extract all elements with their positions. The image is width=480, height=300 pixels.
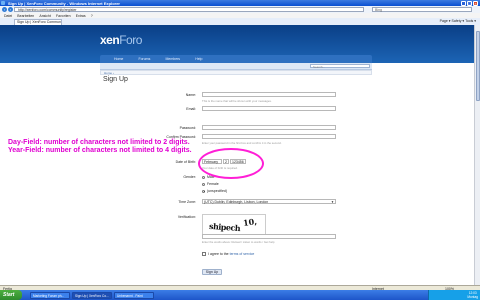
nav-home[interactable]: Home [114, 55, 123, 63]
annotation-ellipse [198, 148, 264, 179]
url-input[interactable]: http://xenforo.com/community/register [14, 7, 364, 12]
ie-command-bar[interactable]: Page ▾ Safety ▾ Tools ▾ [440, 19, 476, 24]
timezone-value: (UTC) Dublin, Edinburgh, Lisbon, London [204, 200, 269, 204]
taskbar: Start Marketing Forum ph... Sign Up | Xe… [0, 290, 480, 300]
minimize-button[interactable]: _ [461, 0, 466, 6]
ie-icon [1, 1, 5, 5]
site-search-input[interactable]: Search... [310, 64, 370, 69]
task-button-1[interactable]: Marketing Forum ph... [30, 291, 70, 299]
agree-checkbox[interactable] [202, 252, 206, 256]
nav-help[interactable]: Help [195, 55, 202, 63]
dob-label: Date of Birth: [175, 160, 196, 164]
timezone-label: Time Zone: [178, 200, 196, 204]
task-button-2[interactable]: Sign Up | XenForo Co... [72, 291, 112, 299]
verification-label: Verification: [177, 215, 196, 219]
captcha-hint: Enter the words above: Reload / Listen t… [202, 240, 275, 244]
forward-icon[interactable]: › [8, 7, 13, 12]
name-input[interactable] [202, 92, 336, 97]
close-button[interactable]: × [473, 0, 478, 6]
gender-female-radio[interactable] [202, 182, 205, 186]
back-icon[interactable]: ‹ [2, 7, 7, 12]
nav-members[interactable]: Members [165, 55, 180, 63]
password-hint: Enter your password in the first box and… [202, 140, 282, 145]
terms-link[interactable]: terms of service [230, 252, 255, 256]
page-title: Sign Up [103, 76, 128, 83]
confirm-password-input[interactable] [202, 134, 336, 139]
password-input[interactable] [202, 125, 336, 130]
page-viewport: xenForo Home Forums Members Help Search.… [0, 25, 474, 285]
site-header: xenForo Home Forums Members Help [0, 25, 474, 63]
password-label: Password: [179, 126, 196, 130]
signup-button[interactable]: Sign Up [202, 269, 222, 275]
browser-search-input[interactable]: Bing [372, 7, 472, 12]
email-label: Email: [186, 107, 196, 111]
timezone-select[interactable]: (UTC) Dublin, Edinburgh, Lisbon, London … [202, 199, 336, 204]
breadcrumb[interactable]: Home › [100, 70, 372, 75]
gender-female-label: Female [207, 182, 219, 186]
site-nav: Home Forums Members Help [100, 55, 372, 63]
task-button-3[interactable]: Unbenannt - Paint [114, 291, 154, 299]
name-hint: This is the name that will be shown with… [202, 98, 272, 103]
clock[interactable]: 12:03 Montag [467, 291, 478, 299]
site-subnav: Search... [100, 63, 372, 70]
nav-forums[interactable]: Forums [138, 55, 150, 63]
site-logo[interactable]: xenForo [100, 33, 142, 47]
gender-label: Gender: [183, 175, 196, 179]
captcha-word-1: shipech [208, 220, 241, 234]
captcha-input[interactable] [202, 234, 336, 239]
annotation-day-field: Day-Field: number of characters not limi… [8, 139, 190, 146]
email-input[interactable] [202, 106, 336, 111]
agree-label: I agree to the terms of service [208, 251, 255, 256]
annotation-year-field: Year-Field: number of characters not lim… [8, 147, 192, 154]
chevron-down-icon: ▼ [331, 200, 334, 204]
gender-male-radio[interactable] [202, 175, 205, 179]
captcha-word-2: 10, [242, 216, 258, 228]
gender-unspecified-radio[interactable] [202, 189, 205, 193]
start-button[interactable]: Start [0, 290, 22, 300]
scrollbar-thumb[interactable] [475, 31, 480, 101]
vertical-scrollbar[interactable] [474, 25, 480, 285]
gender-unspecified-label: (unspecified) [207, 189, 228, 193]
system-tray: 12:03 Montag [428, 290, 480, 300]
window-title: Sign Up | XenForo Community - Windows In… [8, 0, 120, 6]
name-label: Name: [185, 93, 196, 97]
maximize-button[interactable]: □ [467, 0, 472, 6]
